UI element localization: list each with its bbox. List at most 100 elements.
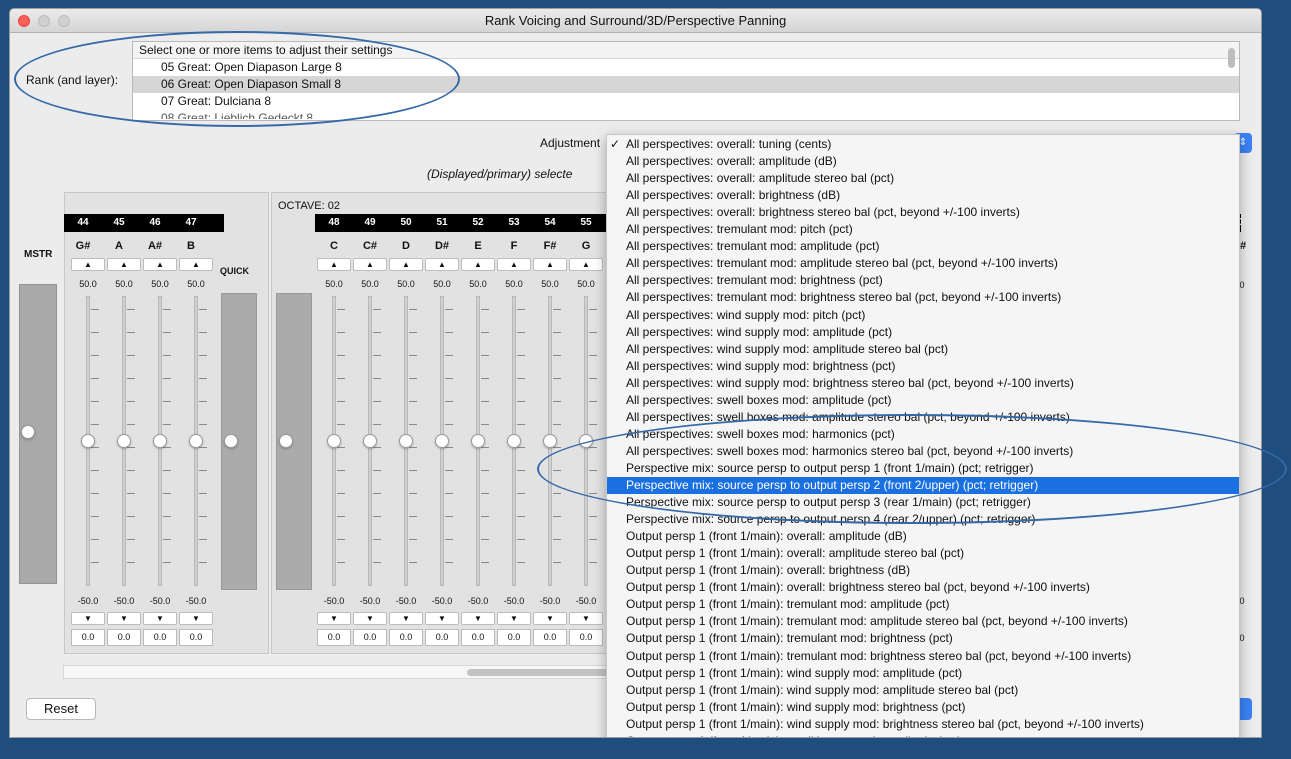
decrease-arrow-button[interactable]: ▼ [569,612,603,625]
decrease-arrow-button[interactable]: ▼ [107,612,141,625]
value-box[interactable]: 0.0 [71,629,105,646]
menu-item[interactable]: Output persp 1 (front 1/main): tremulant… [607,630,1239,647]
increase-arrow-button[interactable]: ▲ [71,258,105,271]
channel-fader-knob[interactable] [507,434,521,448]
increase-arrow-button[interactable]: ▲ [461,258,495,271]
value-box[interactable]: 0.0 [497,629,531,646]
increase-arrow-button[interactable]: ▲ [179,258,213,271]
value-box[interactable]: 0.0 [425,629,459,646]
channel-fader-knob[interactable] [363,434,377,448]
close-window-button[interactable] [18,15,30,27]
rank-list-item[interactable]: 07 Great: Dulciana 8 [133,93,1239,110]
decrease-arrow-button[interactable]: ▼ [353,612,387,625]
decrease-arrow-button[interactable]: ▼ [461,612,495,625]
menu-item[interactable]: Output persp 1 (front 1/main): overall: … [607,528,1239,545]
menu-item[interactable]: All perspectives: tremulant mod: brightn… [607,272,1239,289]
increase-arrow-button[interactable]: ▲ [143,258,177,271]
channel-fader-knob[interactable] [81,434,95,448]
channel-fader-knob[interactable] [327,434,341,448]
menu-item[interactable]: Perspective mix: source persp to output … [607,460,1239,477]
menu-item[interactable]: Output persp 1 (front 1/main): wind supp… [607,682,1239,699]
value-box[interactable]: 0.0 [317,629,351,646]
channel-fader-knob[interactable] [153,434,167,448]
decrease-arrow-button[interactable]: ▼ [317,612,351,625]
menu-item[interactable]: Perspective mix: source persp to output … [607,494,1239,511]
menu-item-highlighted[interactable]: Perspective mix: source persp to output … [607,477,1239,494]
adjustment-dropdown-menu[interactable]: ✓ All perspectives: overall: tuning (cent… [606,134,1240,737]
channel-fader-knob[interactable] [117,434,131,448]
reset-button[interactable]: Reset [26,698,96,720]
menu-item[interactable]: All perspectives: tremulant mod: brightn… [607,289,1239,306]
menu-item[interactable]: All perspectives: tremulant mod: amplitu… [607,255,1239,272]
menu-item[interactable]: All perspectives: wind supply mod: brigh… [607,358,1239,375]
menu-item[interactable]: All perspectives: swell boxes mod: harmo… [607,426,1239,443]
menu-item[interactable]: Perspective mix: source persp to output … [607,511,1239,528]
menu-item[interactable]: All perspectives: overall: amplitude ste… [607,170,1239,187]
menu-item[interactable]: Output persp 1 (front 1/main): overall: … [607,579,1239,596]
value-box[interactable]: 0.0 [143,629,177,646]
menu-item[interactable]: Output persp 1 (front 1/main): wind supp… [607,699,1239,716]
rank-list-item[interactable]: 05 Great: Open Diapason Large 8 [133,59,1239,76]
menu-item[interactable]: All perspectives: wind supply mod: ampli… [607,341,1239,358]
channel-fader-knob[interactable] [543,434,557,448]
menu-item[interactable]: All perspectives: wind supply mod: ampli… [607,324,1239,341]
rank-list[interactable]: Select one or more items to adjust their… [132,41,1240,121]
menu-item[interactable]: All perspectives: swell boxes mod: ampli… [607,409,1239,426]
channel-fader-knob[interactable] [579,434,593,448]
decrease-arrow-button[interactable]: ▼ [143,612,177,625]
channel-fader-knob[interactable] [399,434,413,448]
menu-item[interactable]: All perspectives: wind supply mod: brigh… [607,375,1239,392]
menu-item[interactable]: All perspectives: overall: brightness (d… [607,187,1239,204]
minimize-window-button[interactable] [38,15,50,27]
menu-item[interactable]: Output persp 1 (front 1/main): overall: … [607,545,1239,562]
value-box[interactable]: 0.0 [533,629,567,646]
decrease-arrow-button[interactable]: ▼ [497,612,531,625]
menu-item[interactable]: All perspectives: swell boxes mod: ampli… [607,392,1239,409]
menu-item-label: Perspective mix: source persp to output … [626,495,1031,510]
value-box[interactable]: 0.0 [389,629,423,646]
increase-arrow-button[interactable]: ▲ [497,258,531,271]
menu-item[interactable]: Output persp 1 (front 1/main): tremulant… [607,613,1239,630]
title-bar[interactable]: Rank Voicing and Surround/3D/Perspective… [10,9,1261,33]
quick-fader-knob[interactable] [279,434,293,448]
menu-item[interactable]: All perspectives: tremulant mod: pitch (… [607,221,1239,238]
menu-item[interactable]: ✓ All perspectives: overall: tuning (cent… [607,136,1239,153]
increase-arrow-button[interactable]: ▲ [533,258,567,271]
value-box[interactable]: 0.0 [353,629,387,646]
channel-fader-knob[interactable] [435,434,449,448]
channel-fader-knob[interactable] [471,434,485,448]
increase-arrow-button[interactable]: ▲ [569,258,603,271]
value-box[interactable]: 0.0 [461,629,495,646]
rank-list-scrollbar[interactable] [1228,48,1235,68]
increase-arrow-button[interactable]: ▲ [353,258,387,271]
decrease-arrow-button[interactable]: ▼ [179,612,213,625]
menu-item[interactable]: Output persp 1 (front 1/main): swell box… [607,733,1239,737]
menu-item[interactable]: All perspectives: wind supply mod: pitch… [607,307,1239,324]
increase-arrow-button[interactable]: ▲ [425,258,459,271]
menu-item[interactable]: Output persp 1 (front 1/main): wind supp… [607,716,1239,733]
master-fader-knob[interactable] [21,425,35,439]
increase-arrow-button[interactable]: ▲ [107,258,141,271]
rank-list-item-selected[interactable]: 06 Great: Open Diapason Small 8 [133,76,1239,93]
value-box[interactable]: 0.0 [107,629,141,646]
increase-arrow-button[interactable]: ▲ [317,258,351,271]
value-box[interactable]: 0.0 [569,629,603,646]
menu-item[interactable]: All perspectives: tremulant mod: amplitu… [607,238,1239,255]
menu-item[interactable]: Output persp 1 (front 1/main): tremulant… [607,648,1239,665]
rank-list-item[interactable]: 08 Great: Lieblich Gedeckt 8 [133,110,1239,119]
menu-item[interactable]: Output persp 1 (front 1/main): tremulant… [607,596,1239,613]
quick-fader-knob[interactable] [224,434,238,448]
decrease-arrow-button[interactable]: ▼ [533,612,567,625]
menu-item[interactable]: Output persp 1 (front 1/main): wind supp… [607,665,1239,682]
decrease-arrow-button[interactable]: ▼ [425,612,459,625]
menu-item[interactable]: All perspectives: overall: amplitude (dB… [607,153,1239,170]
decrease-arrow-button[interactable]: ▼ [389,612,423,625]
channel-fader-knob[interactable] [189,434,203,448]
menu-item[interactable]: All perspectives: overall: brightness st… [607,204,1239,221]
zoom-window-button[interactable] [58,15,70,27]
menu-item[interactable]: All perspectives: swell boxes mod: harmo… [607,443,1239,460]
menu-item[interactable]: Output persp 1 (front 1/main): overall: … [607,562,1239,579]
decrease-arrow-button[interactable]: ▼ [71,612,105,625]
increase-arrow-button[interactable]: ▲ [389,258,423,271]
value-box[interactable]: 0.0 [179,629,213,646]
